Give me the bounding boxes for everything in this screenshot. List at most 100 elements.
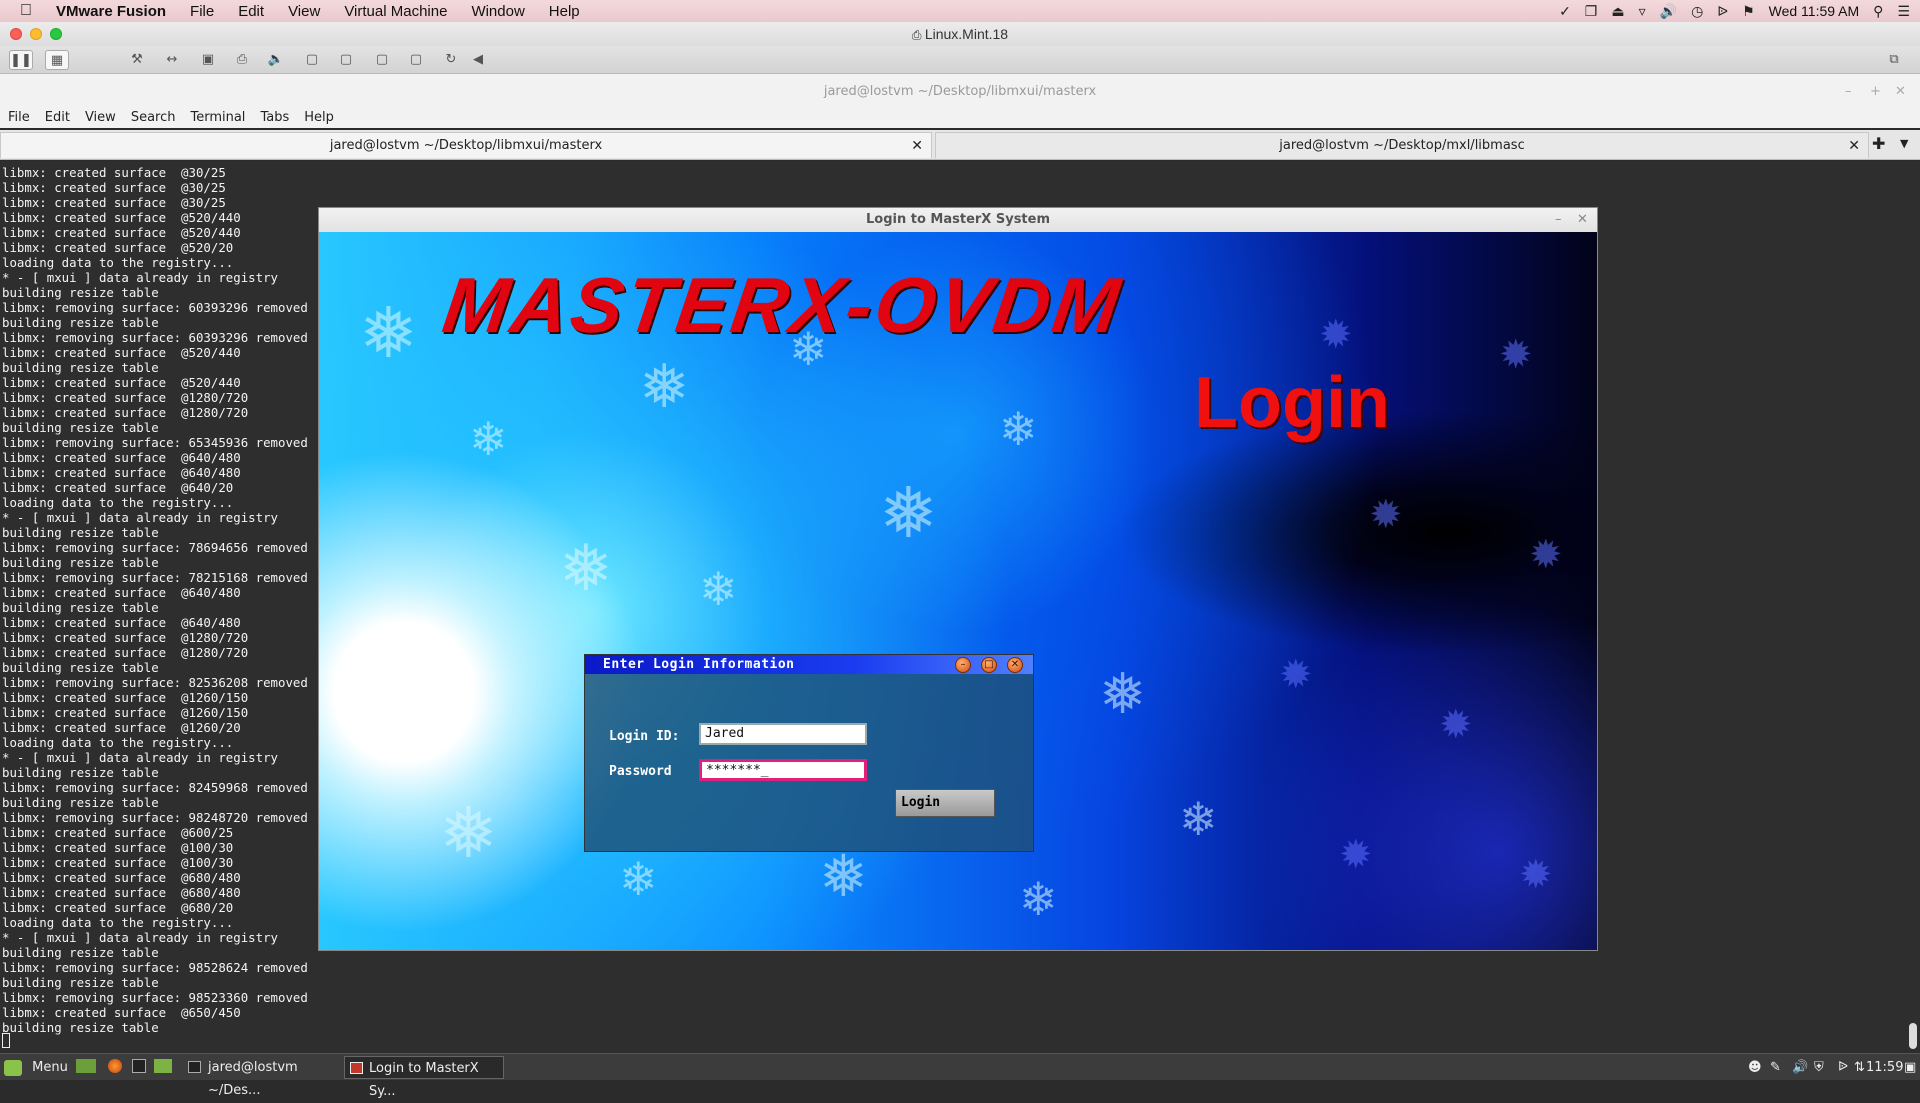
windows-icon[interactable]: ❐ bbox=[1585, 3, 1598, 20]
spiral-decoration: ✹ bbox=[1439, 702, 1473, 748]
spotlight-icon[interactable]: ⚲ bbox=[1873, 3, 1883, 20]
terminal-line: building resize table bbox=[2, 660, 159, 675]
terminal-menu-search[interactable]: Search bbox=[131, 110, 176, 125]
pen-icon[interactable]: ✎ bbox=[1770, 1057, 1781, 1078]
terminal-line: libmx: created surface @680/480 bbox=[2, 870, 241, 885]
check-icon[interactable]: ✓ bbox=[1559, 3, 1571, 20]
taskbar-item-terminal-label: jared@lostvm ~/Des... bbox=[208, 1060, 298, 1098]
wifi-icon[interactable]: ▿ bbox=[1639, 3, 1646, 20]
show-desktop-icon[interactable] bbox=[76, 1059, 96, 1073]
masterx-minimize-icon[interactable]: – bbox=[1555, 208, 1562, 232]
tab-masterx[interactable]: jared@lostvm ~/Desktop/libmxui/masterx ✕ bbox=[0, 132, 932, 158]
tabs-dropdown-icon[interactable]: ▼ bbox=[1900, 137, 1908, 150]
terminal-menu-tabs[interactable]: Tabs bbox=[260, 110, 289, 125]
fractal-background: ❅ ❄ ❅ ❄ ❅ ❄ ❅ ❄ ❅ ❄ ❅ ❄ ❅ ❄ ✹ ✹ ✹ ✹ ✹ ✹ … bbox=[319, 232, 1597, 950]
terminal-menu-terminal[interactable]: Terminal bbox=[190, 110, 245, 125]
tab-libmasc-label: jared@lostvm ~/Desktop/mxl/libmasc bbox=[1279, 138, 1525, 153]
terminal-maximize-icon[interactable]: + bbox=[1870, 84, 1881, 99]
login-dialog-titlebar[interactable]: Enter Login Information – □ ✕ bbox=[585, 655, 1033, 674]
usb-icon-3[interactable]: ▢ bbox=[370, 50, 394, 70]
dialog-close-button[interactable]: ✕ bbox=[1007, 657, 1023, 673]
usb-icon-1[interactable]: ▢ bbox=[300, 50, 324, 70]
menu-window[interactable]: Window bbox=[471, 3, 524, 20]
start-menu-button[interactable]: Menu bbox=[4, 1057, 68, 1078]
snowflake-decoration: ❅ bbox=[559, 532, 613, 606]
terminal-line: building resize table bbox=[2, 765, 159, 780]
terminal-line: libmx: created surface @100/30 bbox=[2, 840, 234, 855]
menu-view[interactable]: View bbox=[288, 3, 320, 20]
settings-wrench-icon[interactable]: ⚒ bbox=[125, 50, 149, 70]
terminal-launcher-icon[interactable] bbox=[132, 1059, 146, 1073]
time-machine-icon[interactable]: ◷ bbox=[1691, 3, 1703, 20]
taskbar-item-terminal[interactable]: jared@lostvm ~/Des... bbox=[184, 1056, 339, 1098]
terminal-line: * - [ mxui ] data already in registry bbox=[2, 270, 279, 285]
app-menu[interactable]: VMware Fusion bbox=[56, 3, 166, 20]
tab-libmasc[interactable]: jared@lostvm ~/Desktop/mxl/libmasc ✕ bbox=[935, 132, 1869, 158]
firefox-icon[interactable] bbox=[108, 1059, 122, 1073]
volume-icon[interactable]: 🔊 bbox=[1660, 3, 1677, 20]
printer-icon[interactable]: ⎙ bbox=[230, 50, 254, 70]
user-icon[interactable]: ☻ bbox=[1748, 1057, 1762, 1078]
terminal-menu-view[interactable]: View bbox=[85, 110, 116, 125]
disk-icon[interactable]: ▣ bbox=[196, 50, 220, 70]
terminal-scrollbar[interactable] bbox=[1906, 161, 1920, 1053]
login-id-label: Login ID: bbox=[609, 729, 680, 744]
menu-help[interactable]: Help bbox=[549, 3, 580, 20]
dialog-maximize-button[interactable]: □ bbox=[981, 657, 997, 673]
snapshot-icon[interactable]: ▦ bbox=[45, 50, 69, 70]
terminal-line: libmx: created surface @30/25 bbox=[2, 195, 226, 210]
terminal-menu-edit[interactable]: Edit bbox=[45, 110, 70, 125]
terminal-menu-help[interactable]: Help bbox=[304, 110, 334, 125]
bluetooth-icon[interactable]: ᐉ bbox=[1717, 3, 1728, 20]
taskbar-clock[interactable]: 11:59 bbox=[1866, 1057, 1903, 1078]
masterx-titlebar[interactable]: Login to MasterX System – ✕ bbox=[319, 208, 1597, 232]
usb-icon-2[interactable]: ▢ bbox=[334, 50, 358, 70]
apple-icon[interactable]:  bbox=[20, 2, 32, 20]
dialog-minimize-button[interactable]: – bbox=[955, 657, 971, 673]
taskbar-item-masterx[interactable]: Login to MasterX Sy... bbox=[344, 1056, 504, 1099]
network-tray-icon[interactable]: ⇅ bbox=[1854, 1057, 1865, 1078]
terminal-minimize-icon[interactable]: – bbox=[1845, 84, 1852, 99]
shield-icon[interactable]: ⛨ bbox=[1814, 1057, 1824, 1078]
terminal-line: libmx: created surface @680/480 bbox=[2, 885, 241, 900]
scrollbar-thumb[interactable] bbox=[1909, 1023, 1917, 1049]
files-icon[interactable] bbox=[154, 1059, 172, 1073]
flag-icon[interactable]: ⚑ bbox=[1742, 3, 1755, 20]
terminal-line: libmx: created surface @520/440 bbox=[2, 210, 241, 225]
usb-icon-4[interactable]: ▢ bbox=[404, 50, 428, 70]
password-field[interactable]: *******_ bbox=[699, 759, 867, 781]
bluetooth-tray-icon[interactable]: ᐉ bbox=[1838, 1057, 1848, 1078]
terminal-line: * - [ mxui ] data already in registry bbox=[2, 750, 279, 765]
mac-clock[interactable]: Wed 11:59 AM bbox=[1769, 3, 1860, 19]
sound-icon[interactable]: 🔈 bbox=[264, 50, 288, 70]
terminal-close-icon[interactable]: ✕ bbox=[1895, 84, 1906, 99]
fullscreen-icon[interactable]: ⧉ bbox=[1882, 50, 1906, 70]
collapse-arrow-icon[interactable]: ◀ bbox=[466, 50, 490, 70]
login-dialog: Enter Login Information – □ ✕ Login ID: … bbox=[584, 654, 1034, 852]
masterx-close-icon[interactable]: ✕ bbox=[1577, 208, 1588, 232]
volume-tray-icon[interactable]: 🔊 bbox=[1792, 1057, 1808, 1078]
login-button[interactable]: Login bbox=[895, 789, 995, 817]
eject-icon[interactable]: ⏏ bbox=[1611, 3, 1624, 20]
close-tab-icon[interactable]: ✕ bbox=[1848, 133, 1860, 159]
menu-file[interactable]: File bbox=[190, 3, 214, 20]
refresh-icon[interactable]: ↻ bbox=[439, 50, 463, 70]
terminal-line: libmx: created surface @520/440 bbox=[2, 225, 241, 240]
close-tab-icon[interactable]: ✕ bbox=[911, 133, 923, 159]
terminal-line: loading data to the registry... bbox=[2, 495, 234, 510]
network-icon[interactable]: ↔ bbox=[160, 50, 184, 70]
terminal-line: libmx: created surface @640/480 bbox=[2, 450, 241, 465]
pause-icon[interactable]: ❚❚ bbox=[9, 50, 33, 70]
spiral-decoration: ✹ bbox=[1529, 532, 1563, 578]
spiral-decoration: ✹ bbox=[1369, 492, 1403, 538]
notification-center-icon[interactable]: ☰ bbox=[1897, 3, 1910, 20]
menu-edit[interactable]: Edit bbox=[238, 3, 264, 20]
new-tab-icon[interactable]: ✚ bbox=[1872, 134, 1885, 153]
notifications-icon[interactable]: ▣ bbox=[1904, 1057, 1916, 1078]
terminal-menu-file[interactable]: File bbox=[8, 110, 30, 125]
terminal-line: building resize table bbox=[2, 795, 159, 810]
snowflake-decoration: ❄ bbox=[1179, 792, 1218, 846]
terminal-menubar: File Edit View Search Terminal Tabs Help bbox=[0, 106, 1920, 128]
menu-virtual-machine[interactable]: Virtual Machine bbox=[344, 3, 447, 20]
login-id-field[interactable]: Jared bbox=[699, 723, 867, 745]
